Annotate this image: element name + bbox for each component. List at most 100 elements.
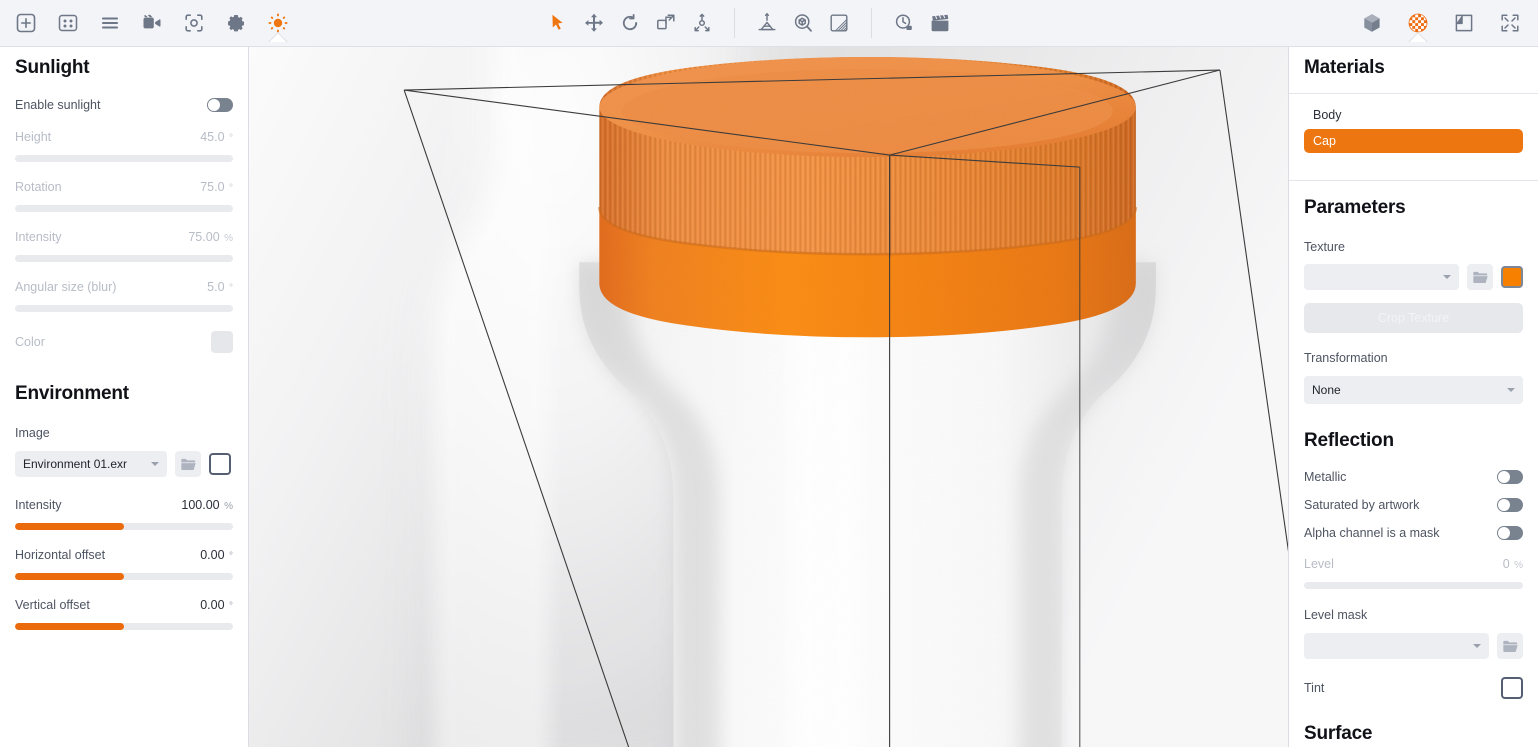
grid-layout-icon[interactable] xyxy=(50,5,86,41)
sunlight-intensity-label: Intensity xyxy=(15,230,62,244)
environment-intensity-slider[interactable] xyxy=(15,523,233,530)
rotate-icon[interactable] xyxy=(612,5,648,41)
timeline-icon[interactable] xyxy=(886,5,922,41)
alpha-channel-mask-row: Alpha channel is a mask xyxy=(1304,526,1523,540)
environment-image-label: Image xyxy=(15,426,50,440)
gear-icon[interactable] xyxy=(218,5,254,41)
sunlight-color-swatch[interactable] xyxy=(211,331,233,353)
environment-image-browse-button[interactable] xyxy=(175,451,201,477)
sunlight-rotation-control: Rotation 75.0 ° xyxy=(15,178,233,212)
environment-vertical-offset-control: Vertical offset 0.00 ° xyxy=(15,596,233,630)
sunlight-rotation-slider[interactable] xyxy=(15,205,233,212)
reflection-level-unit: % xyxy=(1514,560,1523,571)
inspect-3d-icon[interactable] xyxy=(785,5,821,41)
sunlight-rotation-value: 75.0 xyxy=(200,180,225,194)
sunlight-intensity-slider[interactable] xyxy=(15,255,233,262)
tint-color-swatch[interactable] xyxy=(1501,677,1523,699)
alpha-channel-mask-label: Alpha channel is a mask xyxy=(1304,526,1440,540)
sun-icon[interactable] xyxy=(260,5,296,41)
environment-horizontal-offset-slider[interactable] xyxy=(15,573,233,580)
environment-vertical-offset-slider[interactable] xyxy=(15,623,233,630)
sunlight-section-title: Sunlight xyxy=(15,57,90,78)
sunlight-angular-size-label: Angular size (blur) xyxy=(15,280,117,294)
sunlight-intensity-unit: % xyxy=(224,233,233,244)
viewport-render xyxy=(249,47,1288,747)
texture-row xyxy=(1304,264,1523,290)
toolbar-left-group xyxy=(0,5,296,41)
environment-vertical-offset-unit: ° xyxy=(229,601,233,612)
sunlight-angular-size-unit: ° xyxy=(229,283,233,294)
active-panel-caret-left xyxy=(267,32,289,42)
alpha-channel-mask-toggle[interactable] xyxy=(1497,526,1523,540)
sunlight-angular-size-control: Angular size (blur) 5.0 ° xyxy=(15,278,233,312)
parameters-section-title: Parameters xyxy=(1304,197,1406,218)
scale-icon[interactable] xyxy=(648,5,684,41)
tint-row: Tint xyxy=(1304,677,1523,699)
toolbar-right-group xyxy=(1354,5,1528,41)
animation-icon[interactable] xyxy=(922,5,958,41)
environment-horizontal-offset-control: Horizontal offset 0.00 ° xyxy=(15,546,233,580)
reflection-level-slider[interactable] xyxy=(1304,582,1523,589)
parameters-section: Parameters Texture Crop Texture Transfor… xyxy=(1289,197,1538,745)
environment-color-swatch[interactable] xyxy=(209,453,231,475)
sunlight-color-label: Color xyxy=(15,335,45,349)
sunlight-intensity-control: Intensity 75.00 % xyxy=(15,228,233,262)
chevron-down-icon xyxy=(1507,388,1515,392)
left-panel-lighting: Sunlight Enable sunlight Height 45.0 ° R… xyxy=(0,47,249,747)
gradient-icon[interactable] xyxy=(821,5,857,41)
environment-intensity-unit: % xyxy=(224,501,233,512)
saturated-by-artwork-toggle[interactable] xyxy=(1497,498,1523,512)
explode-icon[interactable] xyxy=(684,5,720,41)
camera-icon[interactable] xyxy=(134,5,170,41)
sunlight-rotation-label: Rotation xyxy=(15,180,62,194)
texture-dropdown[interactable] xyxy=(1304,264,1459,290)
environment-intensity-control: Intensity 100.00 % xyxy=(15,496,233,530)
level-mask-label: Level mask xyxy=(1304,608,1368,622)
tint-label: Tint xyxy=(1304,681,1325,695)
environment-image-row: Environment 01.exr xyxy=(15,451,233,477)
focus-icon[interactable] xyxy=(176,5,212,41)
sunlight-height-label: Height xyxy=(15,130,52,144)
environment-image-dropdown[interactable]: Environment 01.exr xyxy=(15,451,167,477)
material-item-body[interactable]: Body xyxy=(1304,103,1523,127)
crop-texture-button[interactable]: Crop Texture xyxy=(1304,303,1523,333)
environment-vertical-offset-label: Vertical offset xyxy=(15,598,90,612)
level-mask-dropdown[interactable] xyxy=(1304,633,1489,659)
sunlight-height-slider[interactable] xyxy=(15,155,233,162)
environment-horizontal-offset-label: Horizontal offset xyxy=(15,548,106,562)
environment-intensity-label: Intensity xyxy=(15,498,62,512)
metallic-toggle[interactable] xyxy=(1497,470,1523,484)
enable-sunlight-row: Enable sunlight xyxy=(15,98,233,112)
materials-sphere-icon[interactable] xyxy=(1400,5,1436,41)
environment-section-title: Environment xyxy=(15,383,129,404)
add-icon[interactable] xyxy=(8,5,44,41)
artwork-panel-icon[interactable] xyxy=(1446,5,1482,41)
cube-icon[interactable] xyxy=(1354,5,1390,41)
enable-sunlight-toggle[interactable] xyxy=(207,98,233,112)
texture-color-swatch[interactable] xyxy=(1501,266,1523,288)
chevron-down-icon xyxy=(1473,644,1481,648)
texture-browse-button[interactable] xyxy=(1467,264,1493,290)
select-cursor-icon[interactable] xyxy=(540,5,576,41)
transformation-value: None xyxy=(1312,383,1341,397)
menu-icon[interactable] xyxy=(92,5,128,41)
3d-viewport[interactable] xyxy=(249,47,1288,747)
move-icon[interactable] xyxy=(576,5,612,41)
shelf-icon[interactable] xyxy=(749,5,785,41)
environment-intensity-value: 100.00 xyxy=(181,498,220,512)
material-item-cap[interactable]: Cap xyxy=(1304,129,1523,153)
metallic-row: Metallic xyxy=(1304,470,1523,484)
chevron-down-icon xyxy=(1443,275,1451,279)
sunlight-height-unit: ° xyxy=(229,133,233,144)
top-toolbar xyxy=(0,0,1538,47)
sunlight-intensity-value: 75.00 xyxy=(188,230,220,244)
fullscreen-icon[interactable] xyxy=(1492,5,1528,41)
divider-2 xyxy=(1289,180,1538,181)
metallic-label: Metallic xyxy=(1304,470,1347,484)
sunlight-angular-size-slider[interactable] xyxy=(15,305,233,312)
toolbar-center-group xyxy=(540,5,958,41)
level-mask-browse-button[interactable] xyxy=(1497,633,1523,659)
level-mask-row xyxy=(1304,633,1523,659)
transformation-dropdown[interactable]: None xyxy=(1304,376,1523,404)
sunlight-color-row: Color xyxy=(15,331,233,353)
